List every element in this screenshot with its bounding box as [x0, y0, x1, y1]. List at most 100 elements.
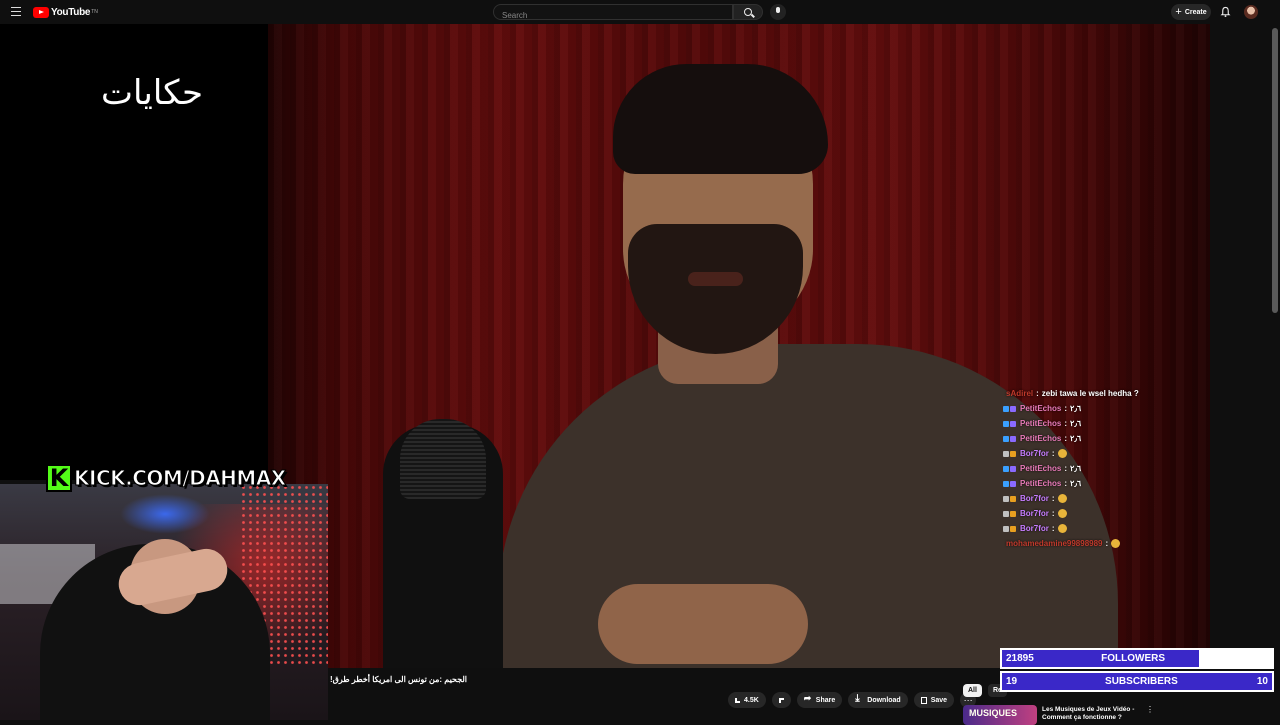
followers-target: 30000: [1240, 653, 1268, 664]
page-scrollbar[interactable]: [1272, 28, 1278, 313]
chat-badge-icon: [1003, 495, 1009, 502]
chat-badge-icon: [1010, 450, 1016, 457]
chat-message: Bor7for:: [1003, 521, 1203, 536]
dislike-button[interactable]: [771, 692, 791, 708]
download-label: Download: [867, 696, 901, 704]
chat-emote-icon: [1057, 449, 1067, 458]
chat-message: PetitEchos:٢٫٦: [1003, 476, 1203, 491]
kick-url-text: KICK.COM/DAHMAX: [74, 466, 287, 491]
video-actions: 4.5K Share Download Save ⋯: [728, 692, 977, 708]
subscribers-goal: 19 SUBSCRIBERS 10: [1000, 671, 1274, 692]
chat-badge-icon: [1010, 420, 1016, 427]
followers-goal: 21895 FOLLOWERS 30000: [1000, 648, 1274, 669]
chat-username: PetitEchos: [1020, 479, 1062, 488]
create-button[interactable]: + Create: [1171, 4, 1211, 20]
chat-message-text: ٢٫٦: [1070, 419, 1082, 428]
chat-badge-icon: [1010, 480, 1016, 487]
microphone-icon: [776, 7, 780, 13]
chip-all[interactable]: All: [963, 684, 982, 697]
chat-username: Bor7for: [1020, 494, 1049, 503]
chat-separator: :: [1036, 389, 1039, 398]
kick-banner: K KICK.COM/DAHMAX: [46, 463, 287, 493]
search-box: [493, 4, 733, 23]
chat-separator: :: [1064, 464, 1068, 473]
thumbs-up-icon: [735, 697, 740, 703]
video-shade: [268, 24, 1210, 668]
like-button[interactable]: 4.5K: [728, 692, 766, 708]
create-label: Create: [1184, 8, 1207, 16]
subscribers-label: SUBSCRIBERS: [1105, 676, 1178, 687]
chat-message: Bor7for:: [1003, 506, 1203, 521]
stream-goals: 21895 FOLLOWERS 30000 19 SUBSCRIBERS 10: [1000, 648, 1274, 694]
kick-logo-icon: K: [46, 464, 72, 492]
like-count: 4.5K: [744, 696, 759, 704]
chat-username: Bor7for: [1020, 509, 1049, 518]
chat-username: sAdirel: [1006, 389, 1034, 398]
chat-username: PetitEchos: [1020, 419, 1062, 428]
chat-separator: :: [1051, 509, 1055, 518]
chat-username: PetitEchos: [1020, 464, 1062, 473]
video-title: الجحيم :من تونس الى امريكا أخطر طرق!: [330, 675, 468, 684]
chat-badge-icon: [1003, 450, 1009, 457]
chat-username: PetitEchos: [1020, 404, 1062, 413]
chat-message-text: ٢٫٦: [1070, 479, 1082, 488]
chat-separator: :: [1064, 404, 1068, 413]
recommended-video[interactable]: MUSIQUES Les Musiques de Jeux Vidéo - Co…: [963, 705, 1154, 725]
chat-separator: :: [1064, 434, 1068, 443]
plus-icon: +: [1175, 6, 1182, 18]
chat-message-text: ٢٫٦: [1070, 464, 1082, 473]
followers-label: FOLLOWERS: [1101, 653, 1166, 664]
download-button[interactable]: Download: [848, 692, 908, 708]
chat-separator: :: [1105, 539, 1109, 548]
chat-badge-icon: [1003, 525, 1009, 532]
chat-emote-icon: [1057, 509, 1067, 518]
voice-search-button[interactable]: [770, 4, 786, 20]
video-player[interactable]: [268, 24, 1210, 668]
account-avatar[interactable]: [1244, 5, 1258, 19]
search-input[interactable]: [494, 8, 722, 23]
youtube-logo[interactable]: YouTube TN: [33, 6, 98, 18]
chat-badge-icon: [1010, 405, 1016, 412]
chat-message: PetitEchos:٢٫٦: [1003, 431, 1203, 446]
chat-badge-icon: [1010, 495, 1016, 502]
share-button[interactable]: Share: [796, 692, 843, 708]
subscribers-target: 10: [1256, 676, 1268, 687]
search-button[interactable]: [733, 4, 763, 20]
chat-message-text: ٢٫٦: [1070, 434, 1082, 443]
top-bar: YouTube TN + Create: [0, 0, 1280, 24]
chat-emote-icon: [1111, 539, 1121, 548]
channel-logo-text: حكايات: [101, 73, 203, 113]
chat-badge-icon: [1003, 405, 1009, 412]
notifications-bell-icon[interactable]: [1220, 6, 1231, 18]
video-left-panel: حكايات: [0, 24, 268, 480]
recommended-video-title[interactable]: Les Musiques de Jeux Vidéo - Comment ça …: [1042, 705, 1142, 725]
streamer-webcam: [0, 484, 328, 720]
logo-text: YouTube: [51, 6, 91, 18]
recommended-video-menu-icon[interactable]: ⋮: [1146, 705, 1154, 725]
chat-separator: :: [1051, 449, 1055, 458]
share-label: Share: [815, 696, 836, 704]
chat-message: mohamedamine99898989:: [1003, 536, 1203, 551]
chat-message-text: zebi tawa le wsel hedha ?: [1041, 389, 1139, 398]
chat-message: Bor7for:: [1003, 491, 1203, 506]
chat-badge-icon: [1003, 510, 1009, 517]
chat-username: Bor7for: [1020, 449, 1049, 458]
chat-badge-icon: [1010, 525, 1016, 532]
hamburger-menu-icon[interactable]: [11, 7, 21, 17]
thumbs-down-icon: [778, 697, 784, 703]
chat-message: PetitEchos:٢٫٦: [1003, 401, 1203, 416]
save-button[interactable]: Save: [913, 692, 955, 708]
chat-message-text: ٢٫٦: [1070, 404, 1082, 413]
download-icon: [855, 693, 863, 704]
share-icon: [804, 693, 812, 704]
chat-separator: :: [1064, 479, 1068, 488]
chat-badge-icon: [1010, 510, 1016, 517]
stream-chat-overlay: sAdirel: zebi tawa le wsel hedha ? PetitEc…: [1003, 386, 1203, 551]
chat-username: Bor7for: [1020, 524, 1049, 533]
chat-emote-icon: [1057, 524, 1067, 533]
chat-username: mohamedamine99898989: [1006, 539, 1103, 548]
recommended-video-thumbnail[interactable]: MUSIQUES: [963, 705, 1037, 725]
chat-username: PetitEchos: [1020, 434, 1062, 443]
chat-badge-icon: [1010, 435, 1016, 442]
chat-badge-icon: [1003, 480, 1009, 487]
